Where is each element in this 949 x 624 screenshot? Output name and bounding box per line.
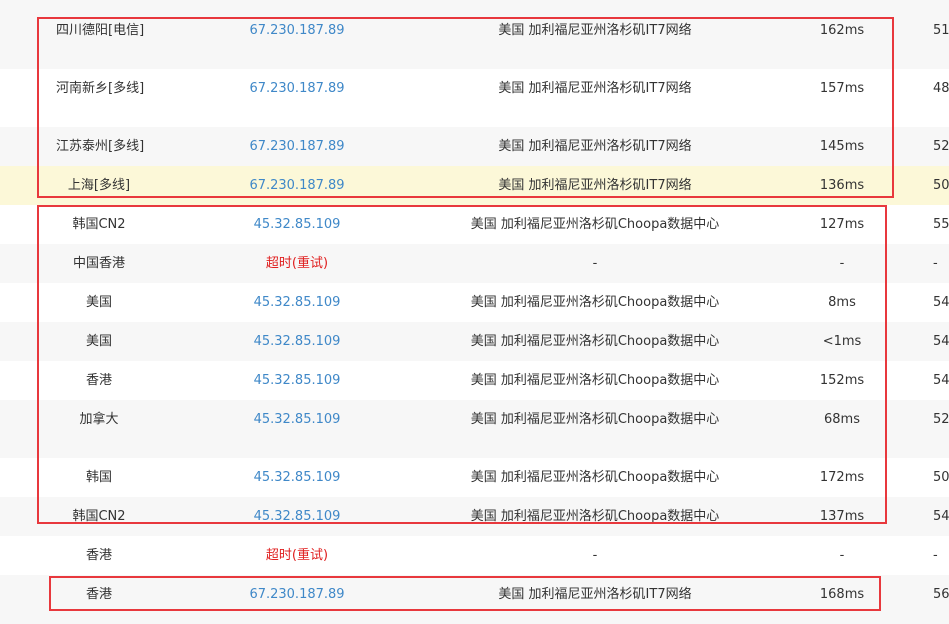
ttl-value: 54	[933, 373, 949, 388]
ip-link[interactable]: 67.230.187.89	[249, 139, 344, 155]
node-name: 韩国	[85, 470, 113, 485]
table-row: 河南新乡[多线] 67.230.187.89 美国 加利福尼亚州洛杉矶IT7网络…	[0, 69, 949, 127]
response-time: 137ms	[819, 509, 865, 524]
ip-link[interactable]: 67.230.187.89	[249, 178, 344, 194]
ip-location: 美国 加利福尼亚州洛杉矶IT7网络	[498, 139, 692, 154]
ip-location: 美国 加利福尼亚州洛杉矶IT7网络	[498, 81, 692, 96]
node-name: 加拿大	[79, 412, 119, 427]
response-time: 136ms	[819, 178, 865, 193]
ip-link[interactable]: 45.32.85.109	[254, 217, 341, 233]
table-row: 美国 45.32.85.109 美国 加利福尼亚州洛杉矶Choopa数据中心 <…	[0, 322, 949, 361]
table-row: 韩国 45.32.85.109 美国 加利福尼亚州洛杉矶Choopa数据中心 1…	[0, 458, 949, 497]
table-row: 四川德阳[电信] 67.230.187.89 美国 加利福尼亚州洛杉矶IT7网络…	[0, 0, 949, 69]
ttl-value: 48	[933, 81, 949, 96]
ip-link[interactable]: 45.32.85.109	[254, 509, 341, 525]
response-time: -	[839, 548, 845, 563]
ttl-value: 56	[933, 587, 949, 602]
ttl-value: 52	[933, 139, 949, 154]
table-row: 加拿大 45.32.85.109 美国 加利福尼亚州洛杉矶Choopa数据中心 …	[0, 400, 949, 458]
node-name: 香港	[85, 548, 113, 563]
node-name: 香港	[85, 587, 113, 602]
ip-link[interactable]: 45.32.85.109	[254, 373, 341, 389]
ip-location: 美国 加利福尼亚州洛杉矶IT7网络	[498, 23, 692, 38]
ttl-value: 54	[933, 295, 949, 310]
node-name: 韩国CN2	[72, 217, 126, 232]
node-name: 美国	[85, 334, 113, 349]
ip-location: 美国 加利福尼亚州洛杉矶Choopa数据中心	[470, 334, 720, 349]
ip-link[interactable]: 67.230.187.89	[249, 81, 344, 97]
ip-link[interactable]: 45.32.85.109	[254, 295, 341, 311]
ip-location: 美国 加利福尼亚州洛杉矶Choopa数据中心	[470, 470, 720, 485]
ip-link[interactable]: 45.32.85.109	[254, 470, 341, 486]
response-time: 8ms	[828, 295, 856, 310]
table-row: 江苏泰州[多线] 67.230.187.89 美国 加利福尼亚州洛杉矶IT7网络…	[0, 127, 949, 166]
node-name: 上海[多线]	[67, 178, 131, 193]
table-row: 香港 45.32.85.109 美国 加利福尼亚州洛杉矶Choopa数据中心 1…	[0, 361, 949, 400]
ip-location: 美国 加利福尼亚州洛杉矶Choopa数据中心	[470, 295, 720, 310]
response-time: 157ms	[819, 81, 865, 96]
ttl-value: 51	[933, 23, 949, 38]
response-time: 145ms	[819, 139, 865, 154]
ttl-value: -	[933, 548, 938, 563]
response-time: 168ms	[819, 587, 865, 602]
response-time: 152ms	[819, 373, 865, 388]
node-name: 中国香港	[72, 256, 126, 271]
ttl-value: 50	[933, 470, 949, 485]
ip-link[interactable]: 67.230.187.89	[249, 587, 344, 603]
response-time: -	[839, 256, 845, 271]
node-name: 美国	[85, 295, 113, 310]
ip-location: 美国 加利福尼亚州洛杉矶Choopa数据中心	[470, 509, 720, 524]
table-row: 香港 67.230.187.89 美国 加利福尼亚州洛杉矶IT7网络 168ms…	[0, 575, 949, 624]
timeout-label: 超时	[265, 256, 292, 271]
table-row: 美国 45.32.85.109 美国 加利福尼亚州洛杉矶Choopa数据中心 8…	[0, 283, 949, 322]
node-name: 河南新乡[多线]	[56, 81, 145, 96]
response-time: <1ms	[822, 334, 862, 349]
ip-location: 美国 加利福尼亚州洛杉矶Choopa数据中心	[470, 373, 720, 388]
node-name: 四川德阳[电信]	[56, 23, 145, 38]
ip-location: -	[592, 548, 598, 563]
table-row: 韩国CN2 45.32.85.109 美国 加利福尼亚州洛杉矶Choopa数据中…	[0, 497, 949, 536]
retry-link[interactable]: (重试)	[292, 256, 328, 271]
ip-link[interactable]: 45.32.85.109	[254, 412, 341, 428]
table-row: 中国香港 超时(重试) - - -	[0, 244, 949, 283]
response-time: 172ms	[819, 470, 865, 485]
ttl-value: 52	[933, 412, 949, 427]
table-row-highlighted: 上海[多线] 67.230.187.89 美国 加利福尼亚州洛杉矶IT7网络 1…	[0, 166, 949, 205]
response-time: 127ms	[819, 217, 865, 232]
ttl-value: 54	[933, 334, 949, 349]
ip-location: 美国 加利福尼亚州洛杉矶Choopa数据中心	[470, 217, 720, 232]
ip-location: 美国 加利福尼亚州洛杉矶IT7网络	[498, 587, 692, 602]
timeout-status: 超时(重试)	[266, 548, 328, 564]
timeout-status: 超时(重试)	[266, 256, 328, 272]
node-name: 韩国CN2	[72, 509, 126, 524]
node-name: 江苏泰州[多线]	[56, 139, 145, 154]
ip-link[interactable]: 67.230.187.89	[249, 23, 344, 39]
ip-location: 美国 加利福尼亚州洛杉矶Choopa数据中心	[470, 412, 720, 427]
timeout-label: 超时	[265, 548, 292, 563]
ip-link[interactable]: 45.32.85.109	[254, 334, 341, 350]
retry-link[interactable]: (重试)	[292, 548, 328, 563]
ip-location: 美国 加利福尼亚州洛杉矶IT7网络	[498, 178, 692, 193]
ttl-value: 50	[933, 178, 949, 193]
ttl-value: -	[933, 256, 938, 271]
ttl-value: 55	[933, 217, 949, 232]
table-row: 韩国CN2 45.32.85.109 美国 加利福尼亚州洛杉矶Choopa数据中…	[0, 205, 949, 244]
ip-location: -	[592, 256, 598, 271]
ttl-value: 54	[933, 509, 949, 524]
table-row: 香港 超时(重试) - - -	[0, 536, 949, 575]
response-time: 162ms	[819, 23, 865, 38]
node-name: 香港	[85, 373, 113, 388]
response-time: 68ms	[824, 412, 860, 427]
